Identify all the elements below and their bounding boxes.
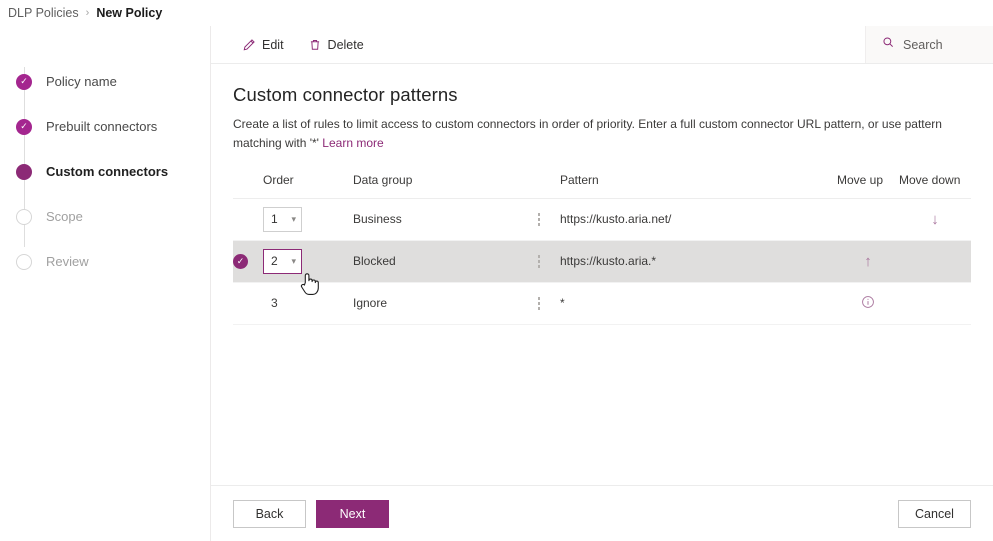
edit-button[interactable]: Edit — [233, 33, 293, 57]
table-body: 1 ▾ Business https://kusto.aria.net/ ↓ ✓… — [233, 198, 971, 325]
custom-connector-patterns-table: Order Data group Pattern Move up Move do… — [233, 172, 971, 325]
row-actions-cell — [518, 198, 560, 241]
wizard-step-label: Prebuilt connectors — [46, 119, 158, 134]
breadcrumb: DLP Policies › New Policy — [0, 0, 993, 26]
row-data-group-cell: Ignore — [353, 282, 518, 325]
wizard-footer: Back Next Cancel — [211, 485, 993, 541]
row-move-down-cell — [899, 240, 971, 283]
row-move-down-cell — [899, 282, 971, 325]
wizard-step-scope[interactable]: Scope — [0, 194, 210, 239]
table-row[interactable]: ✓ 2 ▾ Blocked https://kusto.aria.* ↑ — [233, 240, 971, 283]
edit-button-label: Edit — [262, 37, 284, 52]
page-container: ✓ Policy name ✓ Prebuilt connectors Cust… — [0, 26, 993, 541]
wizard-step-custom-connectors[interactable]: Custom connectors — [0, 149, 210, 194]
row-actions-cell — [518, 282, 560, 325]
search-box[interactable] — [865, 26, 993, 63]
panel-body: Custom connector patterns Create a list … — [211, 64, 993, 485]
content-panel: Edit Delete Search Custom connector patt… — [210, 26, 993, 541]
column-header-pattern: Pattern — [560, 172, 837, 199]
arrow-up-icon[interactable]: ↑ — [864, 254, 872, 269]
wizard-steps-nav: ✓ Policy name ✓ Prebuilt connectors Cust… — [0, 26, 210, 541]
wizard-step-label: Policy name — [46, 74, 117, 89]
row-order-cell: 1 ▾ — [263, 198, 353, 241]
more-options-icon[interactable] — [518, 255, 560, 268]
column-header-order: Order — [263, 172, 353, 199]
next-button[interactable]: Next — [316, 499, 389, 528]
wizard-step-label: Custom connectors — [46, 164, 169, 179]
column-header-move-up: Move up — [837, 172, 899, 199]
row-select-cell[interactable] — [233, 198, 263, 241]
chevron-down-icon: ▾ — [291, 213, 296, 224]
row-move-up-cell: ↑ — [837, 240, 899, 283]
more-options-icon[interactable] — [518, 213, 560, 226]
breadcrumb-separator-icon: › — [85, 7, 90, 19]
arrow-down-icon[interactable]: ↓ — [931, 212, 939, 227]
order-dropdown[interactable]: 1 ▾ — [263, 206, 302, 232]
check-circle-icon: ✓ — [16, 118, 32, 135]
row-order-cell: 3 — [263, 282, 353, 325]
order-value: 3 — [271, 296, 278, 311]
more-options-icon[interactable] — [518, 297, 560, 310]
info-icon[interactable] — [861, 295, 875, 312]
order-dropdown-value: 1 — [271, 212, 278, 227]
cancel-button[interactable]: Cancel — [898, 499, 971, 528]
table-header: Order Data group Pattern Move up Move do… — [233, 172, 971, 199]
row-select-cell[interactable] — [233, 282, 263, 325]
breadcrumb-parent-link[interactable]: DLP Policies — [8, 6, 79, 20]
row-data-group-cell: Business — [353, 198, 518, 241]
column-header-data-group: Data group — [353, 172, 518, 199]
row-order-cell: 2 ▾ — [263, 240, 353, 283]
empty-circle-icon — [16, 253, 32, 270]
filled-circle-icon — [16, 163, 32, 180]
order-dropdown-value: 2 — [271, 254, 278, 269]
command-bar: Edit Delete — [211, 26, 993, 64]
learn-more-link[interactable]: Learn more — [322, 136, 383, 150]
pencil-icon — [242, 38, 256, 52]
row-select-cell[interactable]: ✓ — [233, 240, 263, 283]
delete-button[interactable]: Delete — [299, 33, 373, 57]
chevron-down-icon: ▾ — [291, 255, 296, 266]
wizard-step-review[interactable]: Review — [0, 239, 210, 284]
table-row[interactable]: 1 ▾ Business https://kusto.aria.net/ ↓ — [233, 198, 971, 241]
breadcrumb-current: New Policy — [96, 6, 163, 20]
search-icon — [882, 36, 895, 54]
empty-circle-icon — [16, 208, 32, 225]
row-move-down-cell: ↓ — [899, 198, 971, 241]
wizard-step-label: Scope — [46, 209, 83, 224]
check-circle-icon: ✓ — [16, 73, 32, 90]
delete-button-label: Delete — [327, 37, 364, 52]
row-pattern-cell: https://kusto.aria.net/ — [560, 198, 837, 241]
order-dropdown[interactable]: 2 ▾ — [263, 248, 302, 274]
table-header-row: Order Data group Pattern Move up Move do… — [233, 172, 971, 199]
wizard-step-policy-name[interactable]: ✓ Policy name — [0, 59, 210, 104]
back-button[interactable]: Back — [233, 499, 306, 528]
page-description: Create a list of rules to limit access t… — [233, 115, 963, 153]
row-move-up-cell — [837, 198, 899, 241]
row-pattern-cell: https://kusto.aria.* — [560, 240, 837, 283]
row-move-up-cell — [837, 282, 899, 325]
command-bar-actions: Edit Delete — [211, 26, 865, 63]
trash-icon — [308, 38, 322, 52]
column-header-select — [233, 172, 263, 199]
column-header-move-down: Move down — [899, 172, 971, 199]
row-pattern-cell: * — [560, 282, 837, 325]
row-actions-cell — [518, 240, 560, 283]
table-row[interactable]: 3 Ignore * — [233, 282, 971, 325]
wizard-step-label: Review — [46, 254, 89, 269]
column-header-actions — [518, 172, 560, 199]
page-title: Custom connector patterns — [233, 84, 458, 105]
search-input[interactable] — [903, 37, 983, 52]
wizard-step-prebuilt-connectors[interactable]: ✓ Prebuilt connectors — [0, 104, 210, 149]
row-data-group-cell: Blocked — [353, 240, 518, 283]
check-circle-icon[interactable]: ✓ — [233, 253, 248, 269]
